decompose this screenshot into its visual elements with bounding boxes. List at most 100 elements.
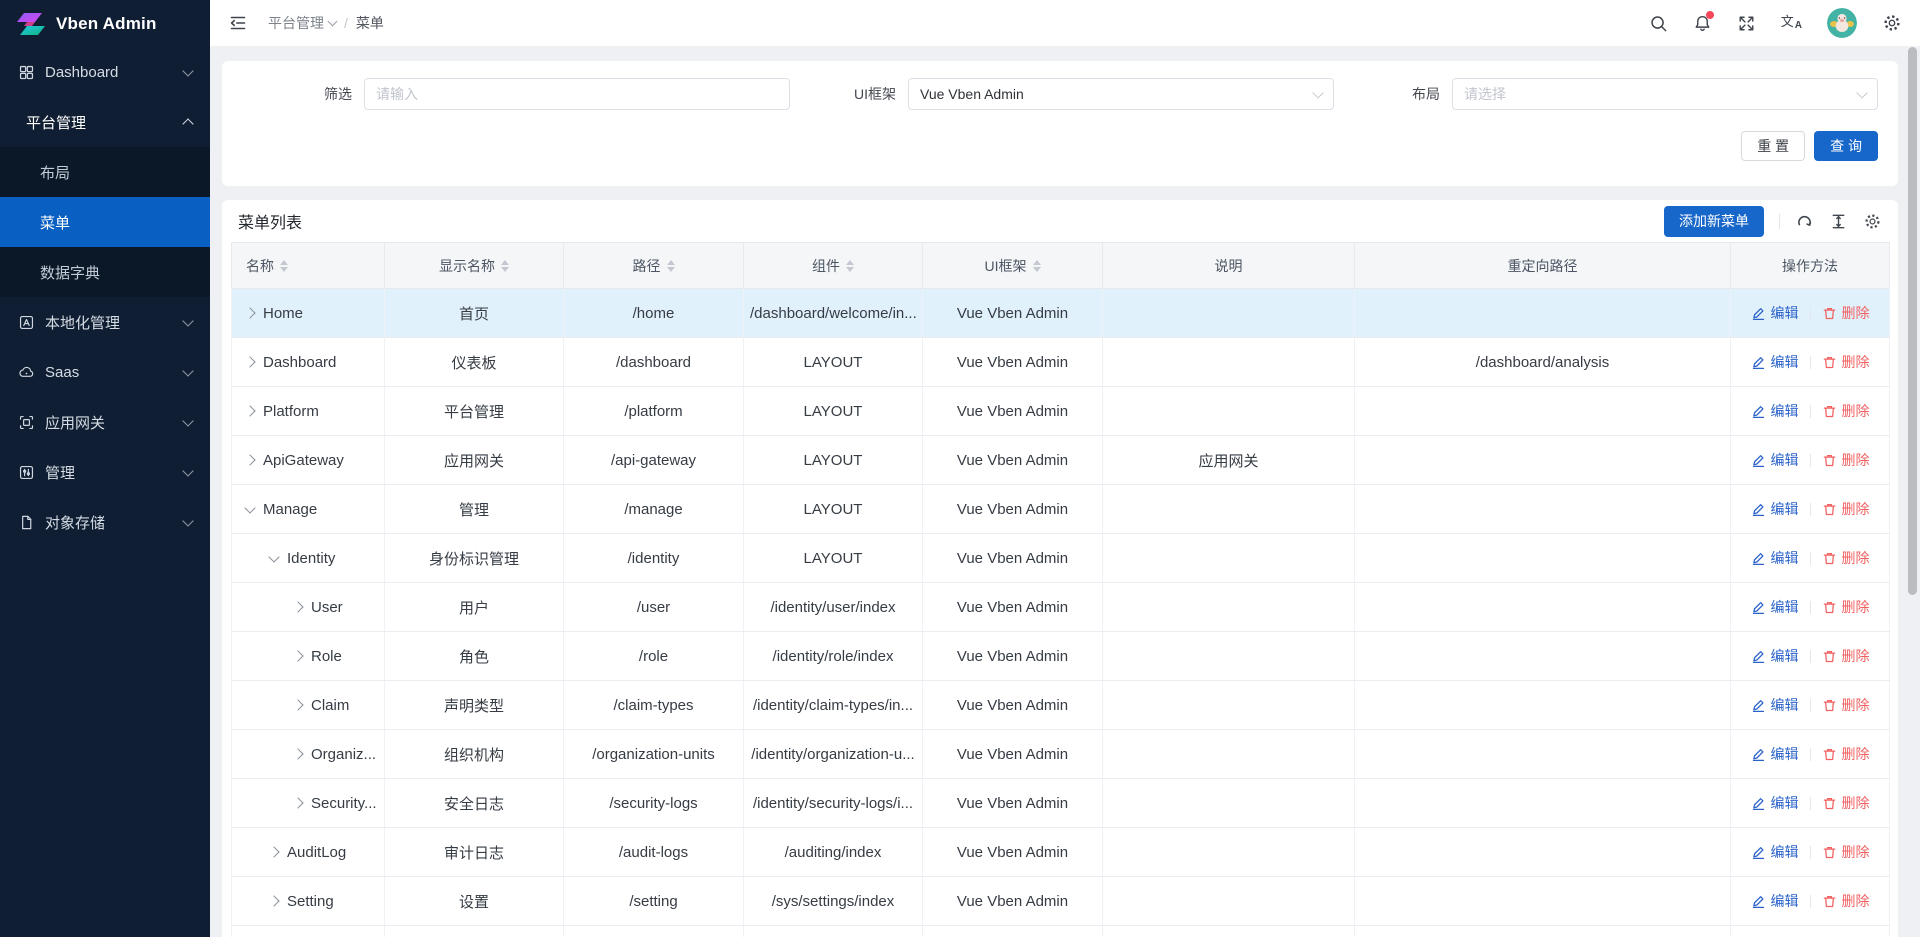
reset-button[interactable]: 重 置 (1741, 131, 1805, 161)
layout-select[interactable]: 请选择 (1452, 78, 1878, 110)
cell-component: /dashboard/welcome/in... (744, 289, 923, 338)
edit-link[interactable]: 编辑 (1751, 646, 1799, 666)
sidebar-item-菜单[interactable]: 菜单 (0, 197, 210, 247)
cell-description (1103, 730, 1355, 779)
delete-link[interactable]: 删除 (1822, 352, 1870, 372)
delete-link[interactable]: 删除 (1822, 793, 1870, 813)
column-settings-gear-icon[interactable] (1863, 212, 1882, 231)
expand-row-icon[interactable] (244, 454, 255, 465)
cell-empty (744, 926, 923, 937)
edit-link[interactable]: 编辑 (1751, 352, 1799, 372)
edit-link[interactable]: 编辑 (1751, 842, 1799, 862)
delete-link[interactable]: 删除 (1822, 499, 1870, 519)
menu-fold-icon[interactable] (228, 13, 248, 33)
collapse-row-icon[interactable] (244, 502, 255, 513)
edit-link[interactable]: 编辑 (1751, 744, 1799, 764)
action-divider (1810, 846, 1811, 859)
column-header-UI框架[interactable]: UI框架 (923, 243, 1103, 289)
breadcrumb-current: 菜单 (356, 13, 384, 33)
sort-carets-icon[interactable] (667, 260, 675, 272)
expand-row-icon[interactable] (244, 405, 255, 416)
cell-redirect (1355, 681, 1731, 730)
expand-row-icon[interactable] (244, 356, 255, 367)
framework-value: Vue Vben Admin (957, 697, 1068, 714)
delete-link[interactable]: 删除 (1822, 695, 1870, 715)
expand-row-icon[interactable] (292, 699, 303, 710)
delete-label: 删除 (1842, 450, 1870, 470)
edit-label: 编辑 (1771, 646, 1799, 666)
sidebar-item-Saas[interactable]: Saas (0, 347, 210, 397)
search-button[interactable]: 查 询 (1814, 131, 1878, 161)
collapse-row-icon[interactable] (268, 551, 279, 562)
component-value: LAYOUT (804, 452, 863, 469)
delete-link[interactable]: 删除 (1822, 597, 1870, 617)
expand-row-icon[interactable] (292, 601, 303, 612)
settings-gear-icon[interactable] (1882, 13, 1902, 33)
edit-link[interactable]: 编辑 (1751, 597, 1799, 617)
sidebar-item-布局[interactable]: 布局 (0, 147, 210, 197)
expand-row-icon[interactable] (268, 846, 279, 857)
delete-link[interactable]: 删除 (1822, 548, 1870, 568)
filter-group-framework: UI框架 Vue Vben Admin (790, 78, 1334, 110)
translate-icon[interactable]: 文A (1781, 15, 1802, 31)
edit-link[interactable]: 编辑 (1751, 695, 1799, 715)
edit-link[interactable]: 编辑 (1751, 499, 1799, 519)
cell-path: /audit-logs (564, 828, 744, 877)
delete-link[interactable]: 删除 (1822, 744, 1870, 764)
delete-link[interactable]: 删除 (1822, 401, 1870, 421)
expand-row-icon[interactable] (244, 307, 255, 318)
sidebar-item-管理[interactable]: 管理 (0, 447, 210, 497)
edit-link[interactable]: 编辑 (1751, 401, 1799, 421)
edit-link[interactable]: 编辑 (1751, 548, 1799, 568)
column-header-组件[interactable]: 组件 (744, 243, 923, 289)
sidebar-item-应用网关[interactable]: 应用网关 (0, 397, 210, 447)
expand-row-icon[interactable] (292, 748, 303, 759)
sidebar-item-平台管理[interactable]: 平台管理 (0, 97, 210, 147)
column-header-名称[interactable]: 名称 (232, 243, 385, 289)
avatar[interactable] (1827, 8, 1857, 38)
sort-carets-icon[interactable] (501, 260, 509, 272)
breadcrumb-parent[interactable]: 平台管理 (268, 13, 336, 33)
cell-display: 安全日志 (385, 779, 564, 828)
delete-link[interactable]: 删除 (1822, 450, 1870, 470)
trash-icon (1822, 453, 1837, 468)
sort-carets-icon[interactable] (846, 260, 854, 272)
sort-carets-icon[interactable] (1033, 260, 1041, 272)
edit-link[interactable]: 编辑 (1751, 793, 1799, 813)
sidebar-item-本地化管理[interactable]: 本地化管理 (0, 297, 210, 347)
sidebar-item-数据字典[interactable]: 数据字典 (0, 247, 210, 297)
column-header-显示名称[interactable]: 显示名称 (385, 243, 564, 289)
chevron-down-icon (182, 315, 193, 326)
delete-link[interactable]: 删除 (1822, 842, 1870, 862)
expand-row-icon[interactable] (292, 797, 303, 808)
edit-label: 编辑 (1771, 450, 1799, 470)
menu-name: Role (311, 648, 342, 665)
component-value: /sys/settings/index (772, 893, 895, 910)
edit-link[interactable]: 编辑 (1751, 303, 1799, 323)
expand-row-icon[interactable] (292, 650, 303, 661)
add-menu-button[interactable]: 添加新菜单 (1664, 206, 1764, 237)
app-logo[interactable]: Vben Admin (0, 0, 210, 47)
filter-input[interactable] (364, 78, 790, 110)
sidebar-item-Dashboard[interactable]: Dashboard (0, 47, 210, 97)
row-height-icon[interactable] (1829, 212, 1848, 231)
table-row-AuditLog: AuditLog审计日志/audit-logs/auditing/indexVu… (232, 828, 1890, 877)
delete-label: 删除 (1842, 303, 1870, 323)
fullscreen-icon[interactable] (1737, 14, 1756, 33)
refresh-icon[interactable] (1795, 212, 1814, 231)
sidebar-item-对象存储[interactable]: 对象存储 (0, 497, 210, 547)
edit-link[interactable]: 编辑 (1751, 450, 1799, 470)
delete-link[interactable]: 删除 (1822, 646, 1870, 666)
edit-link[interactable]: 编辑 (1751, 891, 1799, 911)
sort-carets-icon[interactable] (280, 260, 288, 272)
search-icon[interactable] (1649, 14, 1668, 33)
delete-link[interactable]: 删除 (1822, 303, 1870, 323)
notification-bell-icon[interactable] (1693, 14, 1712, 33)
vertical-scrollbar-thumb[interactable] (1908, 47, 1917, 595)
action-divider (1810, 748, 1811, 761)
delete-link[interactable]: 删除 (1822, 891, 1870, 911)
component-value: LAYOUT (804, 501, 863, 518)
ui-framework-select[interactable]: Vue Vben Admin (908, 78, 1334, 110)
expand-row-icon[interactable] (268, 895, 279, 906)
column-header-路径[interactable]: 路径 (564, 243, 744, 289)
